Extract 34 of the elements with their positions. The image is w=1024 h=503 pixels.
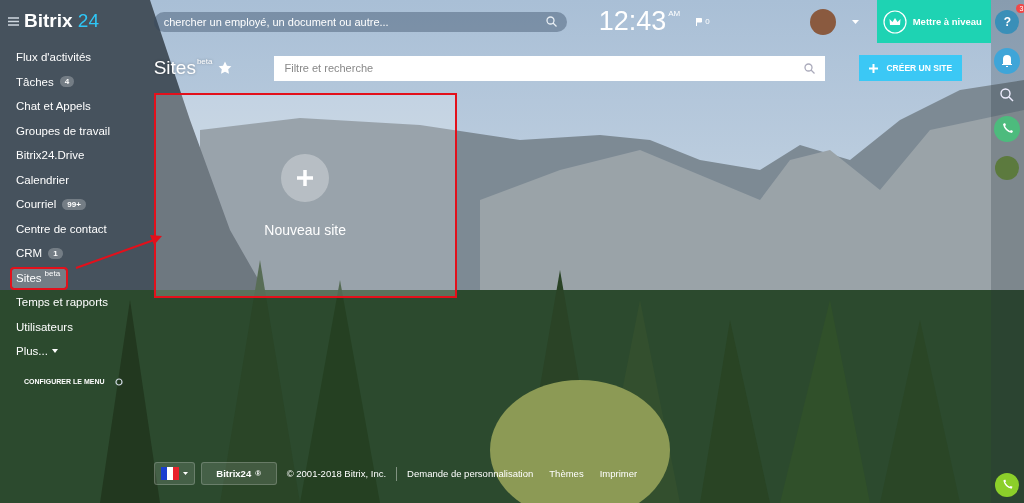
sidebar-item[interactable]: Calendrier bbox=[16, 167, 149, 192]
caret-icon bbox=[182, 472, 188, 475]
sidebar-item[interactable]: Flux d'activités bbox=[16, 45, 149, 70]
sidebar-item[interactable]: Temps et rapports bbox=[16, 290, 149, 315]
sidebar-item[interactable]: CRM 1 bbox=[16, 241, 149, 266]
sidebar-item[interactable]: Plus... bbox=[16, 339, 149, 364]
crown-icon bbox=[882, 9, 907, 34]
french-flag-icon bbox=[160, 467, 179, 480]
search-icon[interactable] bbox=[804, 62, 816, 74]
logo[interactable]: Bitrix 24 bbox=[24, 10, 99, 32]
star-icon[interactable] bbox=[218, 61, 233, 75]
clock: 12:43$^{AM}$ bbox=[598, 6, 681, 37]
gear-icon[interactable] bbox=[114, 377, 123, 386]
sidebar-item[interactable]: Bitrix24.Drive bbox=[16, 143, 149, 168]
sidebar-item[interactable]: Centre de contact bbox=[16, 216, 149, 241]
tile-label: Nouveau site bbox=[264, 221, 346, 238]
plus-icon bbox=[281, 153, 330, 202]
sidebar-item[interactable]: Chat et Appels bbox=[16, 94, 149, 119]
search-icon[interactable] bbox=[545, 16, 557, 27]
search-icon[interactable] bbox=[1000, 88, 1015, 102]
menu-icon[interactable] bbox=[8, 16, 19, 26]
phone-icon[interactable] bbox=[995, 473, 1020, 497]
flag-icon bbox=[696, 17, 703, 26]
sidebar-item[interactable]: Groupes de travail bbox=[16, 118, 149, 143]
sidebar-item[interactable]: Sites $^{beta}$ bbox=[12, 268, 67, 288]
sidebar-item[interactable]: Utilisateurs bbox=[16, 314, 149, 339]
plus-icon bbox=[869, 63, 879, 73]
sidebar-item[interactable]: Tâches 4 bbox=[16, 69, 149, 94]
copyright: © 2001-2018 Bitrix, Inc. bbox=[286, 468, 387, 479]
filter-field[interactable]: Filtre et recherche bbox=[274, 55, 826, 81]
sidebar-item[interactable]: Courriel 99+ bbox=[16, 192, 149, 217]
caret-icon[interactable] bbox=[851, 19, 859, 24]
bell-icon[interactable] bbox=[994, 48, 1021, 74]
language-selector[interactable] bbox=[153, 462, 195, 485]
